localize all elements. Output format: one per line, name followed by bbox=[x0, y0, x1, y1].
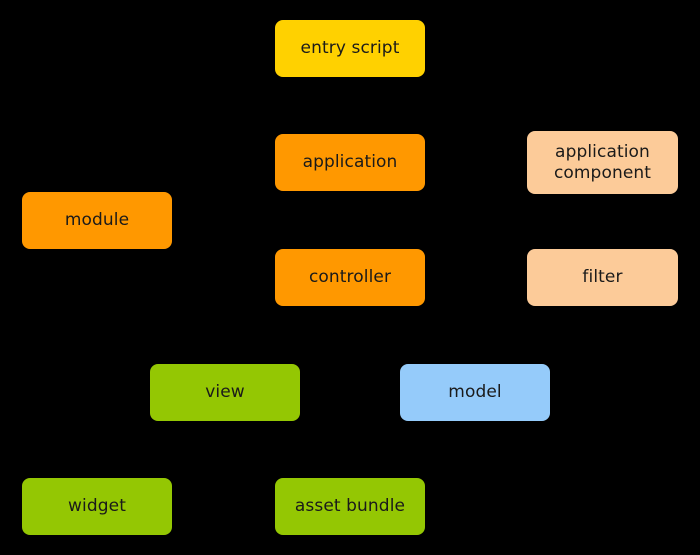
node-asset-bundle[interactable]: asset bundle bbox=[275, 478, 425, 535]
node-label-view: view bbox=[205, 382, 245, 403]
node-label-module: module bbox=[64, 210, 130, 231]
node-label-model: model bbox=[448, 382, 502, 403]
node-entry-script[interactable]: entry script bbox=[275, 20, 425, 77]
diagram-canvas: entry script application application compo… bbox=[0, 0, 700, 555]
node-label-controller: controller bbox=[308, 267, 392, 288]
node-application[interactable]: application bbox=[275, 134, 425, 191]
node-module[interactable]: module bbox=[22, 192, 172, 249]
node-label-application: application bbox=[302, 152, 398, 173]
node-label-widget: widget bbox=[68, 496, 126, 517]
node-label-asset-bundle: asset bundle bbox=[294, 496, 406, 517]
node-model[interactable]: model bbox=[400, 364, 550, 421]
node-controller[interactable]: controller bbox=[275, 249, 425, 306]
node-widget[interactable]: widget bbox=[22, 478, 172, 535]
node-filter[interactable]: filter bbox=[527, 249, 678, 306]
node-application-component[interactable]: application component bbox=[527, 131, 678, 194]
node-label-application-component: application component bbox=[553, 141, 652, 183]
node-label-filter: filter bbox=[582, 267, 623, 288]
node-view[interactable]: view bbox=[150, 364, 300, 421]
node-label-entry-script: entry script bbox=[300, 38, 400, 59]
